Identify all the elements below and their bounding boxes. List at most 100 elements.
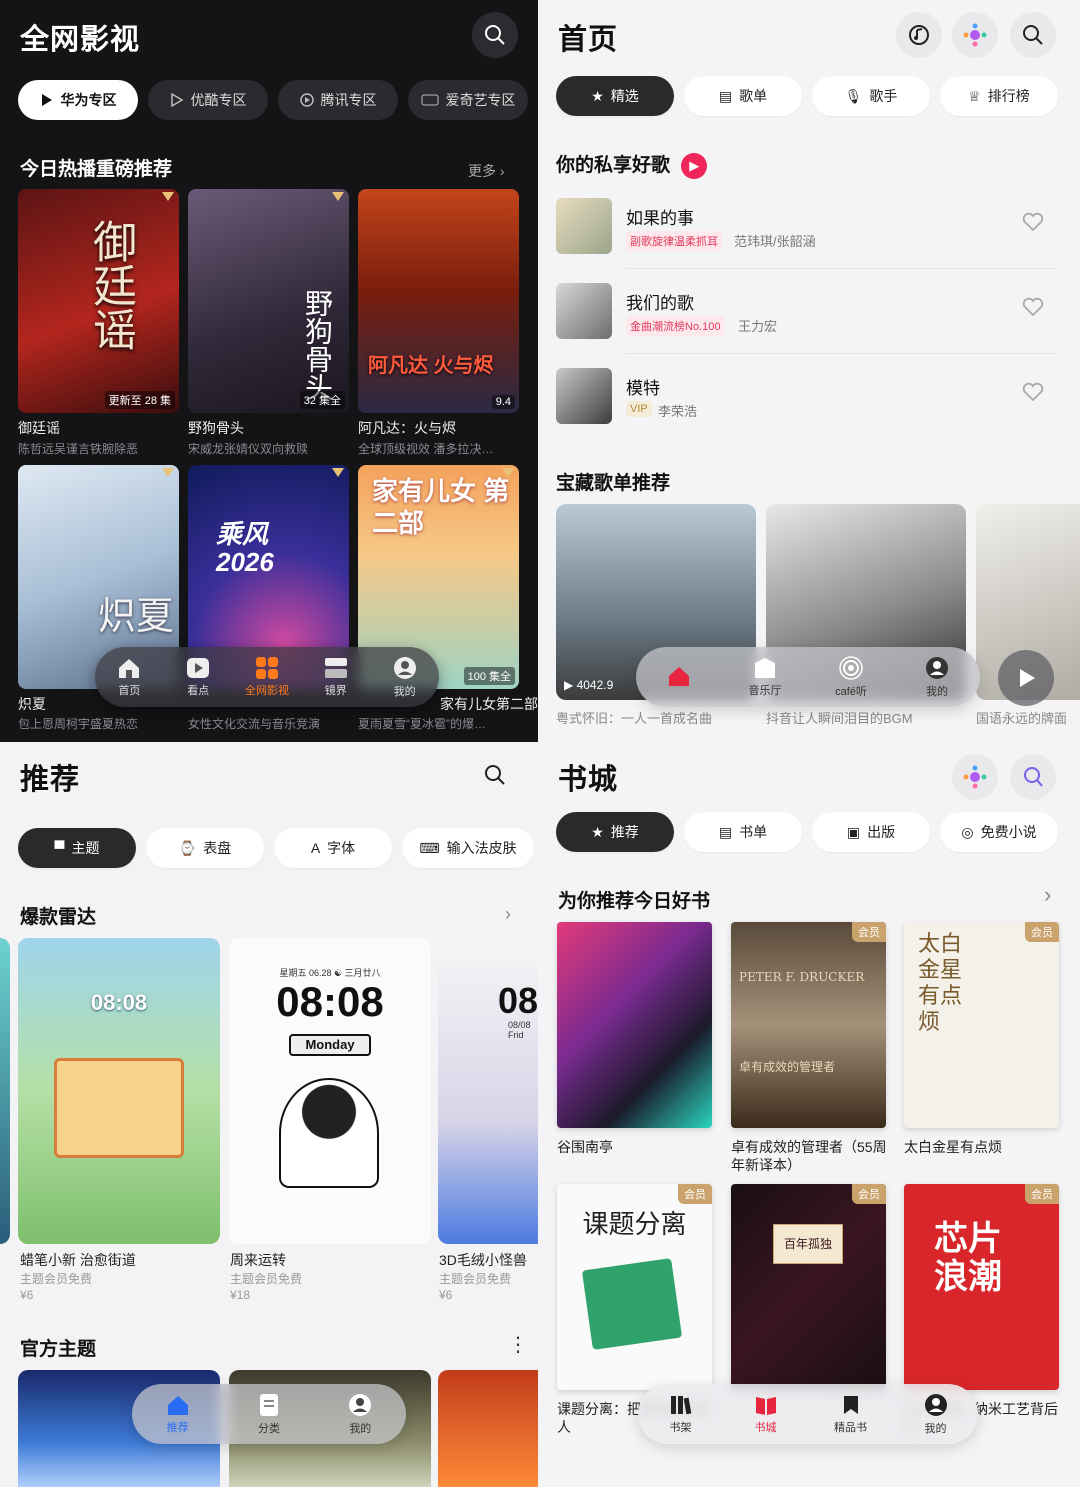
nav-home[interactable]: 首页: [98, 657, 160, 698]
nav-profile[interactable]: 我的: [329, 1393, 391, 1436]
tab-publish[interactable]: ▣ 出版: [812, 812, 930, 852]
music-app-panel: 首页 ★ 精选 ▤ 歌单 🎙 歌手 ♕ 排行榜 你的私享好歌 ▶ 如果的事 副歌旋律温柔…: [538, 0, 1080, 742]
heart-icon[interactable]: [1022, 382, 1044, 402]
nav-music-hall[interactable]: 音乐厅: [734, 657, 796, 698]
theme-name: 3D毛绒小怪兽: [439, 1252, 527, 1268]
publish-icon: ▣: [846, 823, 861, 840]
nav-premium[interactable]: 精品书: [820, 1394, 882, 1435]
vip-icon: [162, 468, 174, 477]
song-artist: 王力宏: [738, 319, 778, 334]
theme-card[interactable]: 08:08: [18, 938, 220, 1244]
tab-recommend[interactable]: ★ 推荐: [556, 812, 674, 852]
nav-profile[interactable]: 我的: [906, 656, 968, 699]
play-icon: [41, 94, 52, 106]
more-dots-icon[interactable]: ⋮: [508, 1332, 528, 1357]
book-cover[interactable]: 太白金星有点烦 会员: [904, 922, 1059, 1128]
section-title: 官方主题: [20, 1339, 97, 1360]
poster-card[interactable]: 野狗骨头 32 集全: [188, 189, 349, 413]
ai-button[interactable]: [952, 12, 998, 58]
bottom-nav: 音乐厅 café听 我的: [636, 647, 980, 707]
poster-card[interactable]: 阿凡达 火与烬 9.4: [358, 189, 519, 413]
iqiyi-icon: [421, 94, 438, 106]
ai-button[interactable]: [952, 754, 998, 800]
vip-icon: [332, 468, 344, 477]
book-cover-text: 百年孤独: [773, 1224, 843, 1264]
poster-subtitle: 陈哲远吴谨言铁腕除恶: [18, 442, 139, 456]
user-icon: [393, 656, 416, 679]
page-title: 书城: [558, 764, 619, 796]
search-icon: [1023, 25, 1043, 45]
recognize-button[interactable]: [896, 12, 942, 58]
tab-huawei[interactable]: 华为专区: [18, 80, 138, 120]
nav-recommend[interactable]: 推荐: [147, 1394, 209, 1435]
tab-featured[interactable]: ★ 精选: [556, 76, 674, 116]
category-icon: [259, 1393, 278, 1416]
poster-title: 御廷谣: [18, 420, 60, 436]
poster-title: 野狗骨头: [188, 420, 244, 436]
nav-home[interactable]: [648, 665, 710, 690]
nav-category[interactable]: 分类: [238, 1393, 300, 1436]
search-icon: [485, 25, 505, 45]
song-cover: [556, 198, 612, 254]
tab-watchfaces[interactable]: ⌚ 表盘: [146, 828, 264, 868]
book-cover[interactable]: 课题分离 会员: [557, 1184, 712, 1390]
home-icon: [119, 658, 140, 678]
nav-all-video[interactable]: 全网影视: [236, 656, 298, 698]
theme-icon: ▀: [54, 840, 65, 856]
nav-bookshelf[interactable]: 书架: [650, 1394, 712, 1435]
section-title: 为你推荐今日好书: [558, 890, 711, 912]
nav-profile[interactable]: 我的: [374, 656, 436, 699]
search-button[interactable]: [472, 12, 518, 58]
font-icon: A: [310, 840, 321, 856]
tab-youku[interactable]: 优酷专区: [148, 80, 268, 120]
poster-subtitle: 夏雨夏雪“夏冰雹”的爆…: [358, 717, 486, 731]
heart-icon[interactable]: [1022, 212, 1044, 232]
tab-free-novels[interactable]: ◎ 免费小说: [940, 812, 1058, 852]
tab-iqiyi[interactable]: 爱奇艺专区: [408, 80, 528, 120]
premium-book-icon: [843, 1395, 858, 1414]
song-row[interactable]: 模特 VIP 李荣浩: [556, 368, 1056, 452]
theme-card[interactable]: 08 08/08 Frid: [438, 938, 538, 1244]
chevron-right-icon[interactable]: ›: [1044, 882, 1051, 908]
tab-keyboard-skins[interactable]: ⌨ 输入法皮肤: [402, 828, 534, 868]
tab-charts[interactable]: ♕ 排行榜: [940, 76, 1058, 116]
song-row[interactable]: 我们的歌 金曲潮流榜No.100 王力宏: [556, 283, 1056, 367]
chevron-right-icon[interactable]: ›: [505, 904, 511, 925]
book-cover[interactable]: 芯片浪潮 会员: [904, 1184, 1059, 1390]
tab-artists[interactable]: 🎙 歌手: [812, 76, 930, 116]
more-link[interactable]: 更多 ›: [468, 161, 505, 181]
vip-badge: VIP: [626, 401, 652, 417]
vip-badge: 会员: [678, 1184, 712, 1204]
tab-tencent[interactable]: 腾讯专区: [278, 80, 398, 120]
nav-profile[interactable]: 我的: [905, 1393, 967, 1436]
user-icon: [924, 1393, 947, 1416]
official-theme-card[interactable]: [438, 1370, 538, 1487]
mini-player-button[interactable]: [998, 650, 1054, 706]
theme-card[interactable]: 星期五 06.28 ☯ 三月廿八 08:08 Monday: [229, 938, 431, 1244]
tab-booklists[interactable]: ▤ 书单: [684, 812, 802, 852]
book-title: 谷围南亭: [557, 1139, 613, 1155]
heart-icon[interactable]: [1022, 297, 1044, 317]
poster-card[interactable]: 御廷谣 更新至 28 集: [18, 189, 179, 413]
nav-bookstore[interactable]: 书城: [735, 1394, 797, 1435]
play-circle-icon[interactable]: ▶: [681, 152, 708, 179]
book-cover[interactable]: PETER F. DRUCKER 卓有成效的管理者 会员: [731, 922, 886, 1128]
episode-badge: 更新至 28 集: [104, 391, 175, 409]
song-row[interactable]: 如果的事 副歌旋律温柔抓耳 范玮琪/张韶涵: [556, 198, 1056, 282]
search-button[interactable]: [1010, 12, 1056, 58]
book-cover[interactable]: 百年孤独 会员: [731, 1184, 886, 1390]
song-tag: 金曲潮流榜No.100: [626, 316, 725, 336]
vip-icon: [332, 192, 344, 201]
search-button[interactable]: [1010, 754, 1056, 800]
nav-cafe[interactable]: café听: [820, 655, 882, 699]
tab-themes[interactable]: ▀ 主题: [18, 828, 136, 868]
tab-fonts[interactable]: A 字体: [274, 828, 392, 868]
section-title: 宝藏歌单推荐: [556, 473, 671, 494]
tab-playlists[interactable]: ▤ 歌单: [684, 76, 802, 116]
home-icon: [669, 666, 689, 686]
book-cover[interactable]: [557, 922, 712, 1128]
search-button[interactable]: [472, 752, 518, 798]
nav-watch[interactable]: 看点: [167, 657, 229, 698]
nav-mirror[interactable]: 镜界: [305, 657, 367, 698]
star-icon: ★: [591, 823, 604, 840]
